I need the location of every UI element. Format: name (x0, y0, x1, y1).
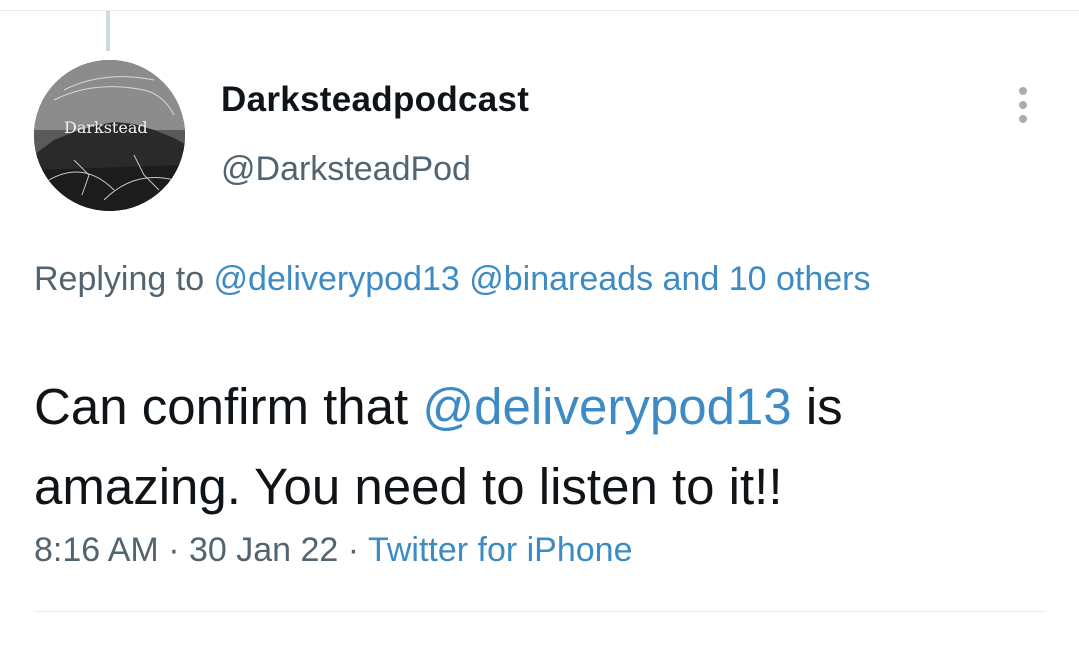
top-divider (0, 10, 1079, 11)
tweet-mention-link[interactable]: @deliverypod13 (422, 378, 791, 435)
reply-mention-link[interactable]: @binareads (469, 260, 653, 298)
reply-mention-link[interactable]: @deliverypod13 (214, 260, 460, 298)
tweet-body: Can confirm that @deliverypod13 is amazi… (34, 367, 1054, 527)
replying-to-label: Replying to (34, 260, 214, 298)
avatar-logo-text: Darkstead (64, 118, 148, 137)
author-display-name[interactable]: Darksteadpodcast (221, 80, 529, 120)
bottom-divider (34, 611, 1046, 612)
reply-others-link[interactable]: and 10 others (663, 260, 871, 298)
thread-connector-line (106, 11, 110, 51)
more-options-button[interactable] (1011, 85, 1035, 125)
meta-separator: · (338, 531, 368, 569)
author-handle[interactable]: @DarksteadPod (221, 150, 471, 189)
reply-context: Replying to @deliverypod13 @binareads an… (34, 251, 954, 308)
tweet-source-link[interactable]: Twitter for iPhone (368, 531, 633, 569)
tweet-metadata: 8:16 AM · 30 Jan 22 · Twitter for iPhone (34, 531, 633, 570)
meta-separator: · (158, 531, 189, 569)
tweet-time[interactable]: 8:16 AM (34, 531, 159, 569)
tweet-date[interactable]: 30 Jan 22 (189, 531, 338, 569)
avatar[interactable]: Darkstead (34, 60, 185, 211)
tweet-text-part: Can confirm that (34, 378, 423, 435)
